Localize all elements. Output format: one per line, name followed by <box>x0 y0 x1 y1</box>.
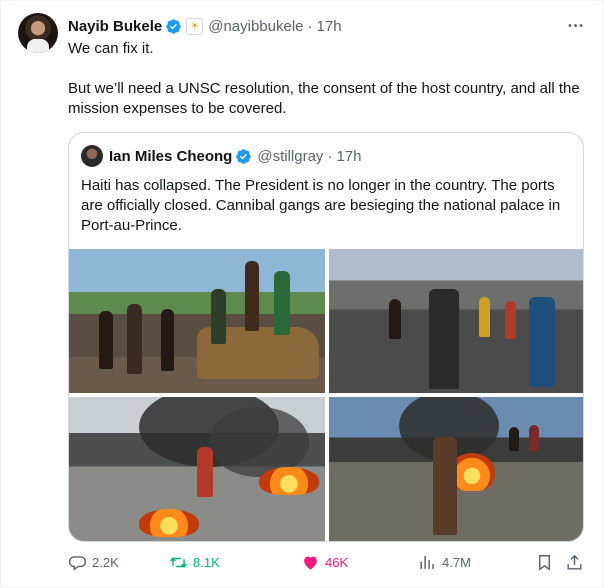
tweet-text-line: We can fix it. <box>68 40 154 57</box>
tweet-header: Nayib Bukele ☀ @nayibbukele · 17h <box>68 16 342 36</box>
quoted-author-name[interactable]: Ian Miles Cheong <box>109 148 232 165</box>
quoted-timestamp[interactable]: 17h <box>336 148 361 165</box>
photo-burning-tires-smoke[interactable] <box>69 397 325 541</box>
tweet-timestamp[interactable]: 17h <box>317 18 342 35</box>
reply-count: 2.2K <box>92 554 119 570</box>
tweet[interactable]: Nayib Bukele ☀ @nayibbukele · 17h We can… <box>0 0 604 588</box>
photo-street-men-running[interactable] <box>329 249 583 393</box>
views-button[interactable]: 4.7M <box>418 552 471 572</box>
photo-crowd-burned-car[interactable] <box>69 249 325 393</box>
action-bar: 2.2K 8.1K 46K 4.7M <box>68 552 588 572</box>
share-button[interactable] <box>565 552 584 572</box>
bookmark-button[interactable] <box>535 552 554 572</box>
retweet-icon <box>170 556 187 568</box>
more-icon[interactable] <box>564 15 586 35</box>
verified-badge-icon <box>165 18 182 35</box>
tweet-text-line: But we’ll need a UNSC resolution, the co… <box>68 80 580 117</box>
reply-icon <box>68 555 87 571</box>
like-count: 46K <box>325 554 349 570</box>
quoted-tweet-header: Ian Miles Cheong @stillgray · 17h <box>81 145 361 167</box>
tweet-text: We can fix it. But we’ll need a UNSC res… <box>68 39 583 139</box>
affiliation-badge-icon[interactable]: ☀ <box>186 17 204 35</box>
reply-button[interactable]: 2.2K <box>68 552 119 572</box>
view-count: 4.7M <box>442 554 471 570</box>
like-button[interactable]: 46K <box>301 552 348 572</box>
bookmark-icon <box>539 554 550 571</box>
quoted-author-avatar[interactable] <box>81 145 103 167</box>
author-name[interactable]: Nayib Bukele <box>68 18 162 35</box>
media-grid <box>69 249 583 541</box>
retweet-count: 8.1K <box>193 554 220 570</box>
separator-dot: · <box>327 147 333 165</box>
views-icon <box>420 555 434 569</box>
photo-man-near-fire[interactable] <box>329 397 583 541</box>
author-handle[interactable]: @nayibbukele <box>208 18 303 35</box>
separator-dot: · <box>307 17 313 35</box>
quoted-tweet-text: Haiti has collapsed. The President is no… <box>81 177 561 234</box>
verified-badge-icon <box>235 148 252 165</box>
quoted-author-handle[interactable]: @stillgray <box>257 148 323 165</box>
quoted-tweet[interactable]: Ian Miles Cheong @stillgray · 17h Haiti … <box>68 132 584 542</box>
heart-icon <box>304 556 317 570</box>
share-icon <box>567 554 582 570</box>
author-avatar[interactable] <box>18 13 58 53</box>
retweet-button[interactable]: 8.1K <box>169 552 220 572</box>
